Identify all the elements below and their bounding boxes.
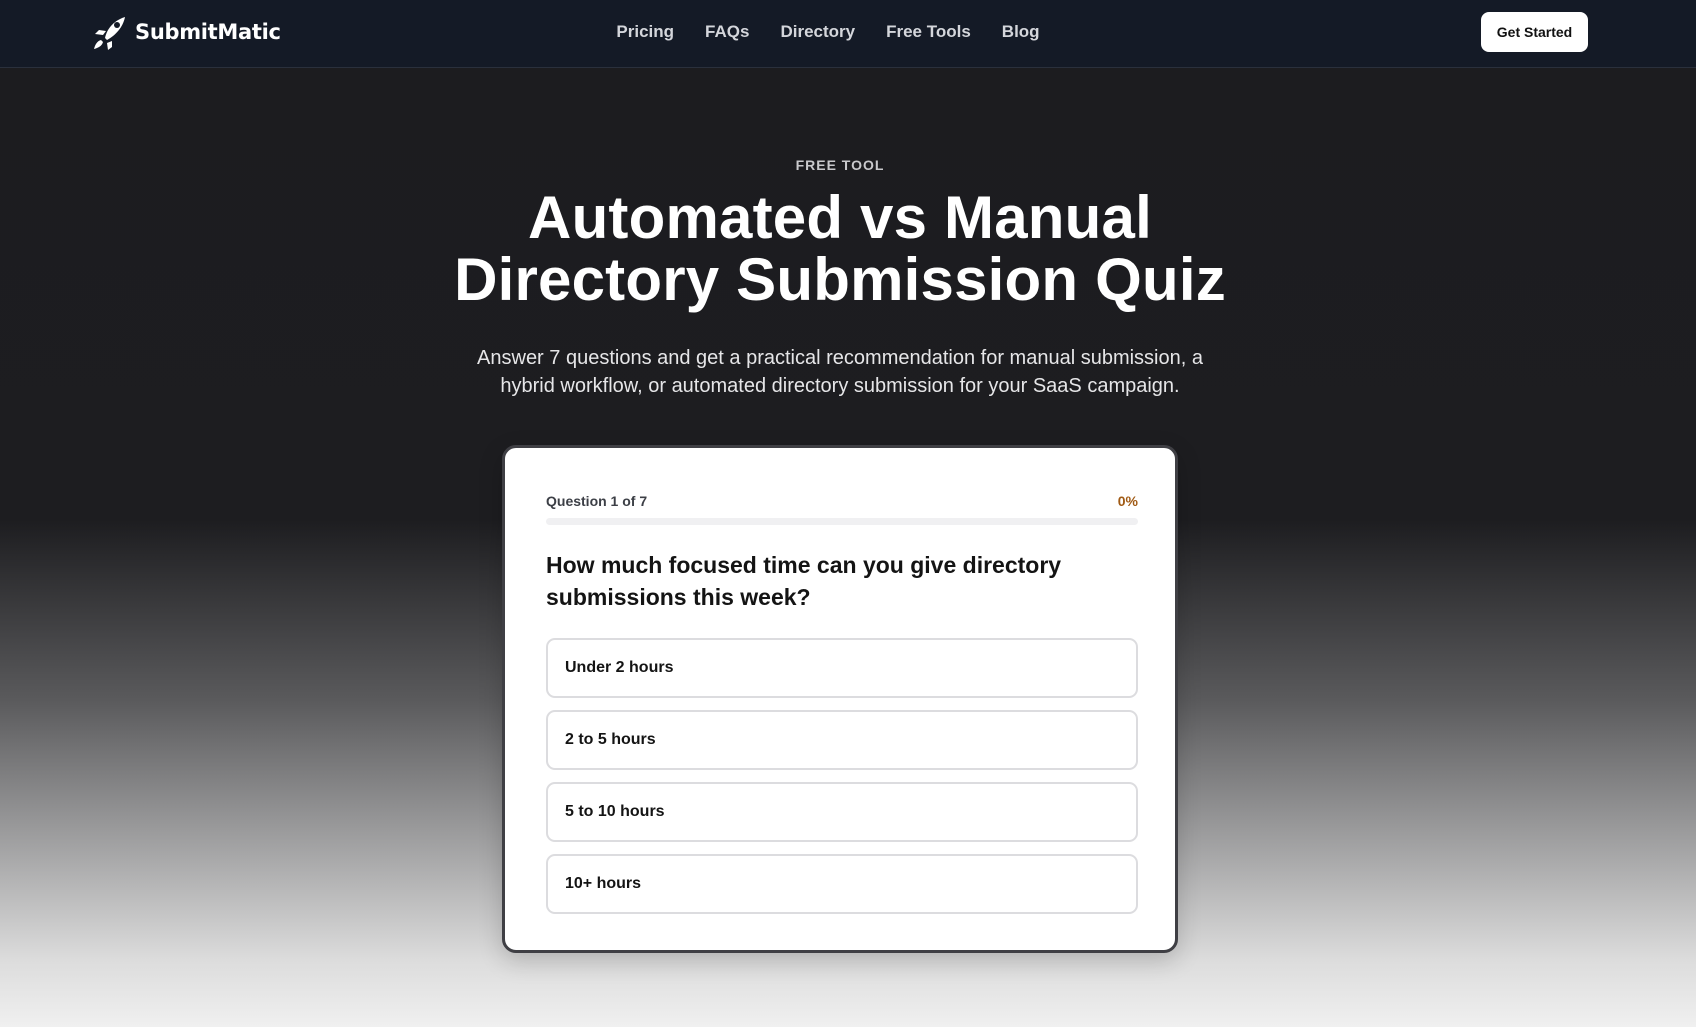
progress-bar xyxy=(546,518,1138,525)
top-navbar: SubmitMatic Pricing FAQs Directory Free … xyxy=(0,0,1696,68)
answer-option-label: 5 to 10 hours xyxy=(565,803,665,820)
nav-link-faqs[interactable]: FAQs xyxy=(705,22,749,42)
nav-link-directory[interactable]: Directory xyxy=(780,22,855,42)
progress-label: Question 1 of 7 xyxy=(546,493,648,509)
get-started-button[interactable]: Get Started xyxy=(1481,12,1588,52)
eyebrow-label: FREE TOOL xyxy=(795,157,885,173)
progress-meta: Question 1 of 7 0% xyxy=(546,493,1138,509)
page-title-line-2: Directory Submission Quiz xyxy=(454,246,1226,313)
nav-link-pricing[interactable]: Pricing xyxy=(616,22,674,42)
page-subtitle-line-1: Answer 7 questions and get a practical r… xyxy=(477,347,1203,369)
answer-options: Under 2 hours 2 to 5 hours 5 to 10 hours… xyxy=(546,638,1138,926)
answer-option-label: 10+ hours xyxy=(565,875,642,892)
nav-link-blog[interactable]: Blog xyxy=(1002,22,1040,42)
rocket-icon xyxy=(94,17,125,50)
answer-option-10-plus-hours[interactable]: 10+ hours xyxy=(546,854,1138,914)
answer-option-2-to-5-hours[interactable]: 2 to 5 hours xyxy=(546,710,1138,770)
page-title: Automated vs Manual Directory Submission… xyxy=(0,187,1680,311)
nav-link-free-tools[interactable]: Free Tools xyxy=(886,22,971,42)
answer-option-label: 2 to 5 hours xyxy=(565,731,656,748)
answer-option-label: Under 2 hours xyxy=(565,659,674,676)
quiz-card: Question 1 of 7 0% How much focused time… xyxy=(502,445,1178,953)
page-title-line-1: Automated vs Manual xyxy=(528,184,1152,251)
brand-logo-link[interactable]: SubmitMatic xyxy=(91,14,281,50)
quiz-question: How much focused time can you give direc… xyxy=(546,552,1062,610)
brand-name: SubmitMatic xyxy=(135,20,281,44)
page-subtitle-line-2: hybrid workflow, or automated directory … xyxy=(500,375,1180,397)
answer-option-5-to-10-hours[interactable]: 5 to 10 hours xyxy=(546,782,1138,842)
progress-percent: 0% xyxy=(1117,493,1138,509)
page-subtitle: Answer 7 questions and get a practical r… xyxy=(470,344,1210,400)
answer-option-under-2-hours[interactable]: Under 2 hours xyxy=(546,638,1138,698)
